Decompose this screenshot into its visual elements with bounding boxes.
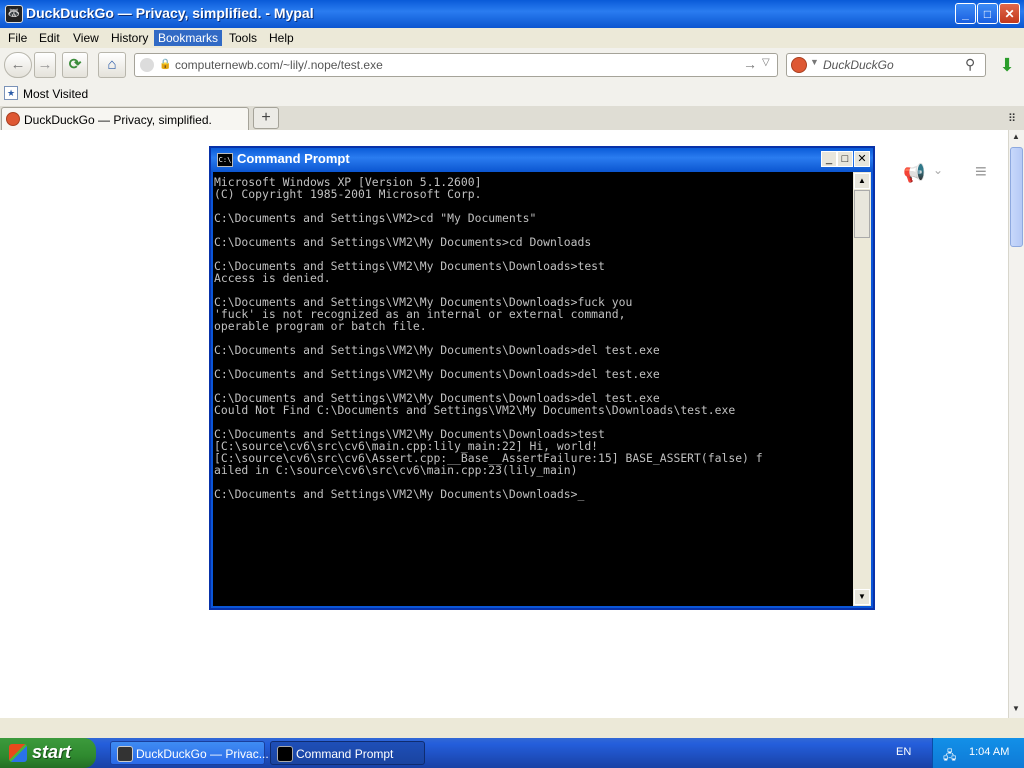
tab-bar: DuckDuckGo — Privacy, simplified. + ⠿ <box>0 106 1024 130</box>
command-prompt-title: Command Prompt <box>237 151 350 166</box>
console-scrollbar-thumb[interactable] <box>854 190 870 238</box>
taskbar-item-label: Command Prompt <box>296 747 394 761</box>
most-visited-bookmark[interactable]: Most Visited <box>23 87 88 101</box>
cmd-close-button[interactable]: ✕ <box>854 151 870 167</box>
start-button[interactable]: start <box>0 738 96 768</box>
console-text: Microsoft Windows XP [Version 5.1.2600] … <box>214 175 763 501</box>
status-bar <box>0 718 1024 738</box>
downloads-icon[interactable]: ⬇ <box>994 52 1020 78</box>
go-arrow-icon[interactable]: → <box>743 56 757 72</box>
system-tray: 🖧 1:04 AM <box>932 738 1024 768</box>
network-icon[interactable]: 🖧 <box>943 746 956 767</box>
mypal-app-icon[interactable]: 🦝 <box>5 5 23 23</box>
menu-file[interactable]: File <box>4 30 31 46</box>
menu-view[interactable]: View <box>69 30 103 46</box>
console-scroll-up-icon[interactable]: ▲ <box>854 173 870 189</box>
console-scroll-down-icon[interactable]: ▼ <box>854 589 870 605</box>
cmd-minimize-button[interactable]: _ <box>821 151 837 167</box>
start-label: start <box>32 742 72 762</box>
duckduckgo-icon[interactable] <box>791 57 807 73</box>
cmd-maximize-button[interactable]: □ <box>837 151 853 167</box>
language-indicator[interactable]: EN <box>896 746 911 758</box>
megaphone-icon[interactable]: 📢 <box>903 163 925 184</box>
command-prompt-icon[interactable]: C:\ <box>217 153 233 167</box>
home-button[interactable]: ⌂ <box>98 52 126 78</box>
window-title: DuckDuckGo — Privacy, simplified. - Mypa… <box>26 5 314 21</box>
tab-duckduckgo[interactable]: DuckDuckGo — Privacy, simplified. <box>1 107 249 130</box>
forward-button[interactable]: → <box>34 52 56 78</box>
maximize-button[interactable]: □ <box>977 3 998 24</box>
menu-history[interactable]: History <box>107 30 152 46</box>
reload-button[interactable]: ⟳ <box>62 52 88 78</box>
url-text[interactable]: computernewb.com/~lily/.nope/test.exe <box>175 58 383 72</box>
scroll-down-icon[interactable]: ▼ <box>1012 704 1020 713</box>
menu-bookmarks[interactable]: Bookmarks <box>154 30 223 46</box>
command-prompt-title-bar[interactable]: C:\ Command Prompt _ □ ✕ <box>211 148 873 172</box>
search-bar[interactable]: ▼ DuckDuckGo ⚲ <box>786 53 986 77</box>
tab-label: DuckDuckGo — Privacy, simplified. <box>24 113 212 127</box>
menu-edit[interactable]: Edit <box>35 30 64 46</box>
taskbar-item-duckduckgo[interactable]: DuckDuckGo — Privac... <box>110 741 269 765</box>
scrollbar-thumb[interactable] <box>1010 147 1023 247</box>
search-icon[interactable]: ⚲ <box>965 56 975 73</box>
scroll-up-icon[interactable]: ▲ <box>1012 132 1020 141</box>
chevron-down-icon[interactable]: ⌄ <box>933 163 943 177</box>
taskbar: start DuckDuckGo — Privac... Command Pro… <box>0 738 1024 768</box>
url-dropdown-icon[interactable]: ▽ <box>762 57 770 68</box>
windows-logo-icon <box>9 744 27 762</box>
hamburger-menu-icon[interactable]: ≡ <box>975 161 987 184</box>
taskbar-item-label: DuckDuckGo — Privac... <box>136 747 269 761</box>
page-scrollbar[interactable]: ▲ ▼ <box>1008 130 1024 718</box>
list-all-tabs-icon[interactable]: ⠿ <box>1008 112 1016 125</box>
command-prompt-window[interactable]: C:\ Command Prompt _ □ ✕ Microsoft Windo… <box>209 146 875 610</box>
search-input[interactable]: DuckDuckGo <box>823 58 894 72</box>
console-scrollbar[interactable]: ▲ ▼ <box>853 172 871 606</box>
clock[interactable]: 1:04 AM <box>969 746 1009 758</box>
minimize-button[interactable]: _ <box>955 3 976 24</box>
close-button[interactable]: ✕ <box>999 3 1020 24</box>
back-button[interactable]: ← <box>4 52 32 78</box>
menu-bar: File Edit View History Bookmarks Tools H… <box>0 28 1024 48</box>
most-visited-icon[interactable]: ★ <box>4 86 18 100</box>
site-identity-icon[interactable] <box>140 58 154 72</box>
menu-tools[interactable]: Tools <box>225 30 261 46</box>
taskbar-item-command-prompt[interactable]: Command Prompt <box>270 741 425 765</box>
command-prompt-task-icon <box>277 746 293 762</box>
console-output-area[interactable]: Microsoft Windows XP [Version 5.1.2600] … <box>213 172 853 606</box>
mypal-task-icon <box>117 746 133 762</box>
menu-help[interactable]: Help <box>265 30 298 46</box>
url-bar[interactable]: 🔒 computernewb.com/~lily/.nope/test.exe … <box>134 53 778 77</box>
browser-title-bar[interactable]: 🦝 DuckDuckGo — Privacy, simplified. - My… <box>0 0 1024 28</box>
search-engine-dropdown-icon[interactable]: ▼ <box>810 57 819 67</box>
new-tab-button[interactable]: + <box>253 107 279 129</box>
duckduckgo-tab-icon <box>6 112 20 126</box>
lock-icon: 🔒 <box>159 59 172 70</box>
bookmarks-toolbar: ★ Most Visited <box>0 82 1024 107</box>
